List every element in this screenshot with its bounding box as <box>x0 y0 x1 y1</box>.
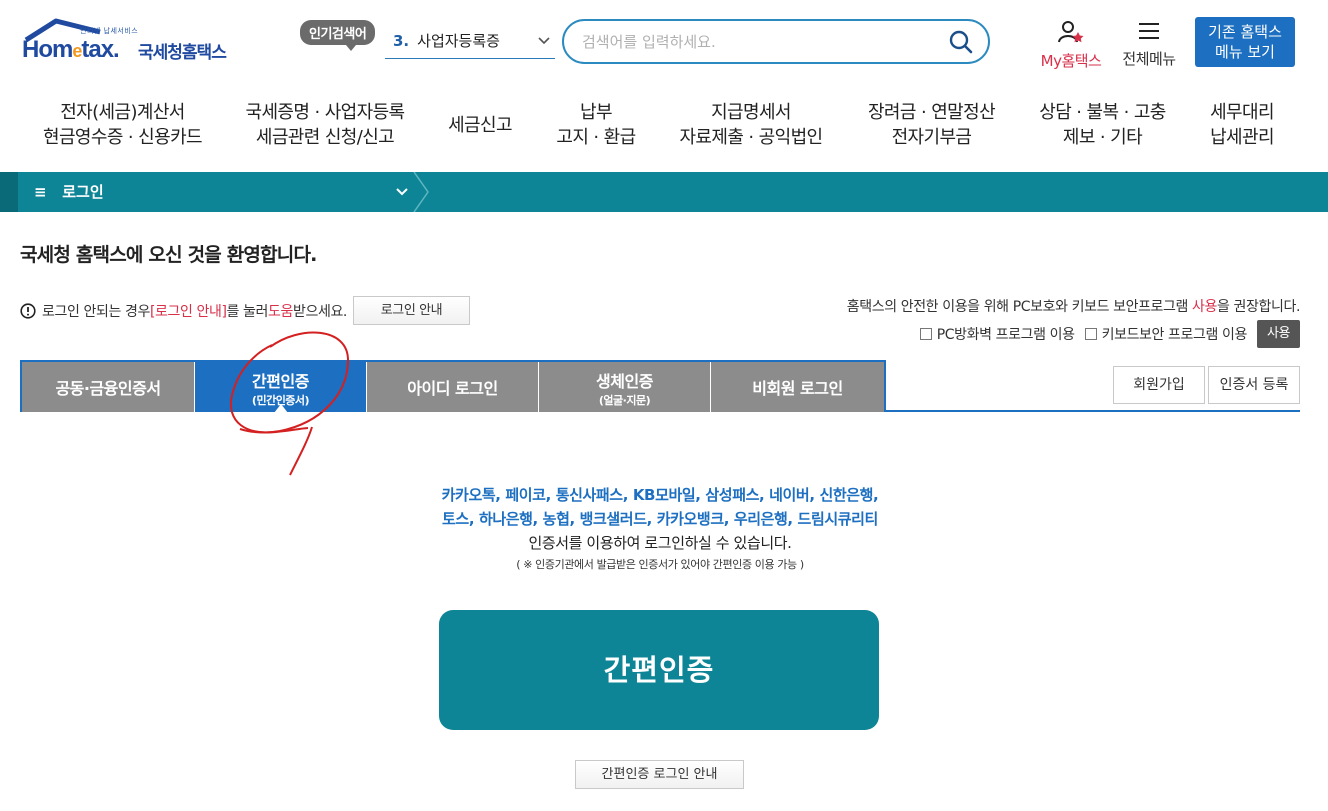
auth-note: ( ※ 인증기관에서 발급받은 인증서가 있어야 간편인증 이용 가능 ) <box>516 558 804 571</box>
simple-auth-button[interactable]: 간편인증 <box>439 610 879 730</box>
search-icon[interactable] <box>948 29 974 55</box>
location-bar-accent <box>0 172 18 212</box>
location-bar: ≡ 로그인 <box>0 172 1328 212</box>
popular-rank: 3. <box>393 32 410 50</box>
gnb-item-tax-return[interactable]: 세금신고 <box>440 113 520 138</box>
register-certificate-button[interactable]: 인증서 등록 <box>1208 366 1300 404</box>
pc-firewall-label: PC방화벽 프로그램 이용 <box>936 327 1075 343</box>
security-text-1: 홈택스의 안전한 이용을 위해 PC보호와 키보드 보안프로그램 <box>846 299 1193 315</box>
tabs-underline <box>886 410 1300 412</box>
security-text-2: 을 권장합니다. <box>1217 299 1300 315</box>
pc-firewall-checkbox[interactable] <box>919 328 932 340</box>
main-navigation: 전자(세금)계산서 현금영수증 · 신용카드 국세증명 · 사업자등록 세금관련 신… <box>0 100 1328 156</box>
provider-list-2: 토스, 하나은행, 농협, 뱅크샐러드, 카카오뱅크, 우리은행, 드림시큐리티 <box>442 510 878 528</box>
tab-biometric[interactable]: 생체인증 (얼굴·지문) <box>539 362 710 412</box>
pc-firewall-option[interactable]: PC방화벽 프로그램 이용 <box>919 324 1075 344</box>
old-menu-line1: 기존 홈택스 <box>1208 23 1282 41</box>
chevron-down-icon <box>538 37 550 45</box>
welcome-heading: 국세청 홈택스에 오신 것을 환영합니다. <box>20 244 317 266</box>
popular-search-select[interactable]: 3. 사업자등록증 <box>385 26 555 59</box>
location-current: 로그인 <box>62 183 104 201</box>
tab-non-member[interactable]: 비회원 로그인 <box>711 362 884 412</box>
login-help-notice: 로그인 안되는 경우 [로그인 안내] 를 눌러 도움 받으세요. 로그인 안내 <box>20 296 470 325</box>
tab-id-login[interactable]: 아이디 로그인 <box>367 362 538 412</box>
logo-wordmark: Hometax. <box>22 36 120 63</box>
all-menu-label: 전체메뉴 <box>1122 50 1176 68</box>
simple-auth-guide-button[interactable]: 간편인증 로그인 안내 <box>575 760 744 789</box>
my-hometax-label: My홈택스 <box>1040 52 1102 70</box>
gnb-item-e-invoice[interactable]: 전자(세금)계산서 현금영수증 · 신용카드 <box>40 100 205 150</box>
gnb-item-payment-statement[interactable]: 지급명세서 자료제출 · 공익법인 <box>676 100 826 150</box>
chevron-down-icon[interactable] <box>395 185 409 199</box>
menu-icon: ≡ <box>34 183 47 201</box>
provider-list-1: 카카오톡, 페이코, 통신사패스, KB모바일, 삼성패스, 네이버, 신한은행… <box>441 486 879 504</box>
hamburger-icon <box>1139 23 1159 39</box>
login-description: 인증서를 이용하여 로그인하실 수 있습니다. <box>528 534 792 552</box>
popular-keyword: 사업자등록증 <box>417 32 500 50</box>
gnb-item-tax-agent[interactable]: 세무대리 납세관리 <box>1200 100 1284 150</box>
all-menu-button[interactable]: 전체메뉴 <box>1118 20 1180 69</box>
info-icon <box>20 302 36 319</box>
gnb-item-payment[interactable]: 납부 고지 · 환급 <box>550 100 642 150</box>
join-button[interactable]: 회원가입 <box>1113 366 1205 404</box>
user-star-icon <box>1058 21 1084 43</box>
search-box <box>562 19 990 64</box>
old-menu-line2: 메뉴 보기 <box>1215 43 1275 61</box>
security-recommendation: 홈택스의 안전한 이용을 위해 PC보호와 키보드 보안프로그램 사용을 권장합… <box>846 296 1301 316</box>
breadcrumb-separator <box>413 172 429 212</box>
notice-text-help: 도움 <box>268 303 293 320</box>
header: 인터넷 납세서비스 Hometax. 국세청홈택스 인기검색어 3. 사업자등록증… <box>0 0 1328 90</box>
keyboard-security-checkbox[interactable] <box>1084 328 1097 340</box>
logo-tagline: 인터넷 납세서비스 <box>80 27 139 35</box>
old-hometax-menu-button[interactable]: 기존 홈택스 메뉴 보기 <box>1195 17 1295 67</box>
gnb-item-consultation[interactable]: 상담 · 불복 · 고충 제보 · 기타 <box>1035 100 1170 150</box>
notice-text-2: 를 눌러 <box>226 303 269 320</box>
logo-subtitle: 국세청홈택스 <box>138 43 227 63</box>
simple-auth-description: 카카오톡, 페이코, 통신사패스, KB모바일, 삼성패스, 네이버, 신한은행… <box>320 483 1000 575</box>
gnb-item-incentives[interactable]: 장려금 · 연말정산 전자기부금 <box>864 100 999 150</box>
keyboard-security-option[interactable]: 키보드보안 프로그램 이용 <box>1084 324 1248 344</box>
tab-joint-certificate[interactable]: 공동·금융인증서 <box>22 362 194 412</box>
security-text-use: 사용 <box>1192 299 1218 315</box>
notice-text-link: [로그인 안내] <box>149 303 227 320</box>
login-guide-button[interactable]: 로그인 안내 <box>352 296 470 325</box>
security-options: PC방화벽 프로그램 이용 키보드보안 프로그램 이용 사용 <box>919 320 1300 348</box>
location-menu[interactable]: ≡ 로그인 <box>34 172 104 212</box>
search-input[interactable] <box>582 30 942 54</box>
hometax-logo[interactable]: 인터넷 납세서비스 Hometax. 국세청홈택스 <box>22 16 237 72</box>
notice-text-3: 받으세요. <box>293 303 347 320</box>
red-circle-annotation <box>229 331 350 476</box>
notice-text-1: 로그인 안되는 경우 <box>42 303 150 320</box>
gnb-item-certificates[interactable]: 국세증명 · 사업자등록 세금관련 신청/신고 <box>240 100 410 150</box>
login-tabs: 공동·금융인증서 간편인증 (민간인증서) 아이디 로그인 생체인증 (얼굴·지문)… <box>20 360 886 413</box>
use-security-button[interactable]: 사용 <box>1257 320 1300 348</box>
my-hometax-link[interactable]: My홈택스 <box>1036 20 1106 71</box>
keyboard-security-label: 키보드보안 프로그램 이용 <box>1101 327 1248 343</box>
popular-search-badge: 인기검색어 <box>300 20 376 51</box>
